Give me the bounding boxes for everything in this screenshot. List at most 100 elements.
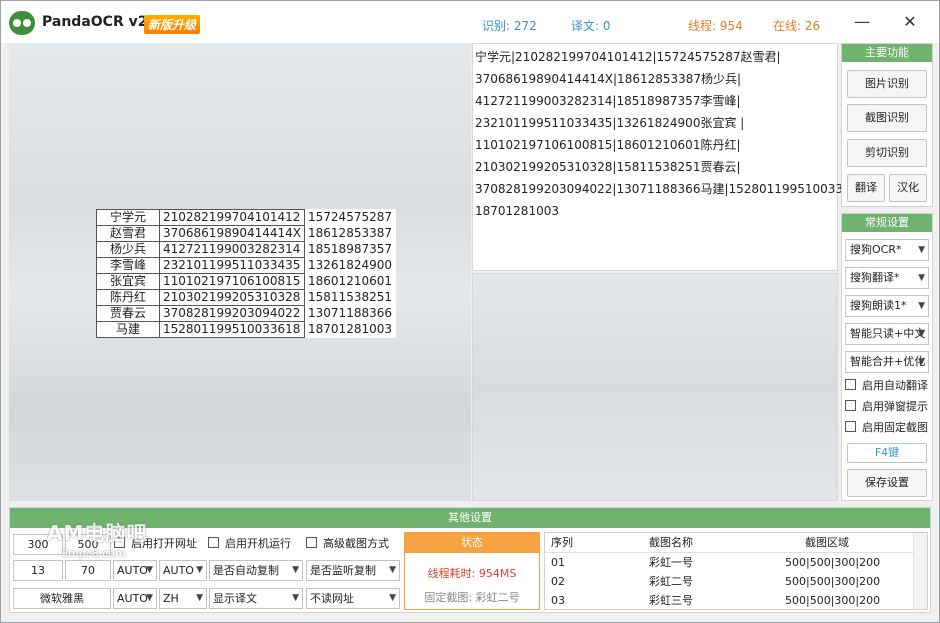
online-count: 在线: 26 xyxy=(773,19,821,33)
column-header-seq[interactable]: 序列 xyxy=(551,534,573,552)
chevron-down-icon: ▼ xyxy=(292,565,299,575)
merge-mode-select[interactable]: 智能合并+优化 ▼ xyxy=(845,351,929,373)
auto-select-1[interactable]: AUTO ▼ xyxy=(113,560,157,581)
chevron-down-icon: ▼ xyxy=(146,565,153,575)
column-header-area[interactable]: 截图区域 xyxy=(805,534,849,552)
table-row: 陈丹红 210302199205310328 15811538251 xyxy=(96,289,396,306)
clipboard-ocr-button[interactable]: 剪切识别 xyxy=(847,139,927,167)
thread-time-text: 线程耗时: 954MS xyxy=(427,567,517,580)
table-row: 宁学元 210282199704101412 15724575287 xyxy=(96,209,396,226)
listen-copy-select[interactable]: 是否监听复制 ▼ xyxy=(306,560,400,581)
watermark-logo: AM电脑吧 xyxy=(47,521,148,545)
table-cell-name: 陈丹红 xyxy=(96,289,160,306)
value-13-input[interactable]: 13 xyxy=(13,560,63,581)
table-cell-name: 张宜宾 xyxy=(96,273,160,290)
list-scrollbar[interactable] xyxy=(913,533,927,609)
advanced-capture-checkbox[interactable]: 高级截图方式 xyxy=(306,537,389,551)
table-row: 李雪峰 232101199511033435 13261824900 xyxy=(96,257,396,274)
captured-table: 宁学元 210282199704101412 15724575287 赵雪君 37068… xyxy=(96,209,396,338)
recognized-count: 识别: 272 xyxy=(482,19,537,33)
table-cell-phone: 18701281003 xyxy=(304,321,396,338)
chevron-down-icon: ▼ xyxy=(196,565,203,575)
main-functions-header: 主要功能 xyxy=(842,44,932,62)
status-box: 状态 线程耗时: 954MS 固定截图: 彩虹二号 xyxy=(404,532,540,610)
table-cell-name: 赵雪君 xyxy=(96,225,160,242)
ocr-text-line: 412721199003282314|18518987357李雪峰| xyxy=(475,94,741,108)
read-engine-select[interactable]: 搜狗朗读1* ▼ xyxy=(845,295,929,317)
chevron-down-icon: ▼ xyxy=(389,565,396,575)
minimize-button[interactable]: — xyxy=(839,1,885,43)
auto-select-2[interactable]: AUTO ▼ xyxy=(159,560,207,581)
close-button[interactable]: ✕ xyxy=(887,1,933,43)
thread-count: 线程: 954 xyxy=(688,19,743,33)
table-row: 张宜宾 110102197106100815 18601210601 xyxy=(96,273,396,290)
ocr-text-line: 370828199203094022|13071188366马建|1528011… xyxy=(475,182,866,196)
table-cell-phone: 13071188366 xyxy=(304,305,396,322)
table-cell-id: 370828199203094022 xyxy=(158,305,306,322)
startup-checkbox[interactable]: 启用开机运行 xyxy=(208,537,291,551)
capture-list[interactable]: 序列 截图名称 截图区域 01 彩虹一号 500|500|300|200 02 … xyxy=(544,532,928,610)
table-cell-name: 贾春云 xyxy=(96,305,160,322)
popup-tip-checkbox[interactable]: 启用弹窗提示 xyxy=(845,400,928,416)
image-ocr-button[interactable]: 图片识别 xyxy=(847,70,927,98)
chevron-down-icon: ▼ xyxy=(918,301,925,311)
panda-logo-icon xyxy=(9,11,35,35)
show-translation-select[interactable]: 显示译文 ▼ xyxy=(209,588,303,609)
read-mode-select[interactable]: 智能只读+中文 ▼ xyxy=(845,323,929,345)
table-cell-id: 210282199704101412 xyxy=(158,209,306,226)
fixed-capture-text: 固定截图: 彩虹二号 xyxy=(424,591,520,604)
localize-button[interactable]: 汉化 xyxy=(889,174,927,202)
table-cell-phone: 13261824900 xyxy=(304,257,396,274)
translate-button[interactable]: 翻译 xyxy=(847,174,885,202)
general-settings-header: 常规设置 xyxy=(842,214,932,232)
ocr-text-line: 37068619890414414X|18612853387杨少兵| xyxy=(475,72,742,86)
table-cell-id: 412721199003282314 xyxy=(158,241,306,258)
table-cell-id: 110102197106100815 xyxy=(158,273,306,290)
chevron-down-icon: ▼ xyxy=(918,245,925,255)
language-select[interactable]: ZH ▼ xyxy=(159,588,207,609)
ocr-text-line: 18701281003 xyxy=(475,204,559,218)
table-cell-name: 杨少兵 xyxy=(96,241,160,258)
status-header: 状态 xyxy=(405,533,539,553)
auto-select-3[interactable]: AUTO ▼ xyxy=(113,588,157,609)
auto-translate-checkbox[interactable]: 启用自动翻译 xyxy=(845,379,928,395)
table-cell-name: 宁学元 xyxy=(96,209,160,226)
chevron-down-icon: ▼ xyxy=(918,329,925,339)
auto-copy-select[interactable]: 是否自动复制 ▼ xyxy=(209,560,303,581)
read-url-select[interactable]: 不读网址 ▼ xyxy=(306,588,400,609)
ocr-text-line: 232101199511033435|13261824900张宜宾 | xyxy=(475,116,745,130)
chevron-down-icon: ▼ xyxy=(389,593,396,603)
title-bar[interactable]: PandaOCR v2.4 新版升级 识别: 272 译文: 0 线程: 954… xyxy=(1,1,939,43)
translate-engine-select[interactable]: 搜狗翻译* ▼ xyxy=(845,267,929,289)
table-cell-id: 232101199511033435 xyxy=(158,257,306,274)
table-row: 杨少兵 412721199003282314 18518987357 xyxy=(96,241,396,258)
save-settings-button[interactable]: 保存设置 xyxy=(847,469,927,497)
ocr-engine-select[interactable]: 搜狗OCR* ▼ xyxy=(845,239,929,261)
translation-output[interactable] xyxy=(472,273,838,501)
value-70-input[interactable]: 70 xyxy=(65,560,111,581)
table-cell-id: 210302199205310328 xyxy=(158,289,306,306)
fixed-capture-checkbox[interactable]: 启用固定截图 xyxy=(845,421,928,437)
watermark-url: 3mpc8.com xyxy=(61,547,126,560)
upgrade-badge[interactable]: 新版升级 xyxy=(144,15,201,34)
table-cell-id: 152801199510033618 xyxy=(158,321,306,338)
general-settings-panel: 常规设置 搜狗OCR* ▼ 搜狗翻译* ▼ 搜狗朗读1* ▼ 智能只读+中文 ▼ 智能合… xyxy=(841,213,933,501)
table-cell-phone: 18518987357 xyxy=(304,241,396,258)
translated-count: 译文: 0 xyxy=(571,19,611,33)
screenshot-ocr-button[interactable]: 截图识别 xyxy=(847,104,927,132)
ocr-text-line: 110102197106100815|18601210601陈丹红| xyxy=(475,138,741,152)
other-settings-header: 其他设置 xyxy=(10,508,930,528)
table-row: 赵雪君 37068619890414414X 18612853387 xyxy=(96,225,396,242)
table-cell-phone: 18601210601 xyxy=(304,273,396,290)
chevron-down-icon: ▼ xyxy=(292,593,299,603)
chevron-down-icon: ▼ xyxy=(196,593,203,603)
table-cell-id: 37068619890414414X xyxy=(158,225,306,242)
table-row: 马建 152801199510033618 18701281003 xyxy=(96,321,396,338)
column-header-name[interactable]: 截图名称 xyxy=(649,534,693,552)
main-functions-panel: 主要功能 图片识别 截图识别 剪切识别 翻译 汉化 xyxy=(841,43,933,207)
hotkey-field[interactable]: F4键 xyxy=(847,443,927,463)
table-cell-phone: 18612853387 xyxy=(304,225,396,242)
font-input[interactable]: 微软雅黑 xyxy=(13,588,111,609)
ocr-result-text[interactable]: 宁学元|210282199704101412|15724575287赵雪君| 37… xyxy=(472,43,866,271)
chevron-down-icon: ▼ xyxy=(918,357,925,367)
